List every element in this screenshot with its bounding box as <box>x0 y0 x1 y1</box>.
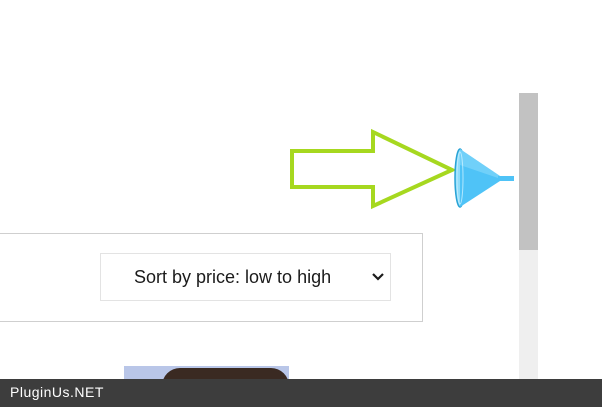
sort-select[interactable]: Sort by price: low to high <box>100 253 391 301</box>
page: Sort by price: low to high PluginUs.NET <box>0 0 602 407</box>
chevron-down-icon <box>372 273 384 281</box>
scrollbar-thumb[interactable] <box>519 93 538 250</box>
pointer-arrow-icon <box>290 128 457 210</box>
funnel-filter-icon[interactable] <box>452 145 516 211</box>
sort-select-value: Sort by price: low to high <box>134 267 332 287</box>
footer-brand: PluginUs.NET <box>10 384 104 400</box>
footer-bar: PluginUs.NET <box>0 379 602 407</box>
